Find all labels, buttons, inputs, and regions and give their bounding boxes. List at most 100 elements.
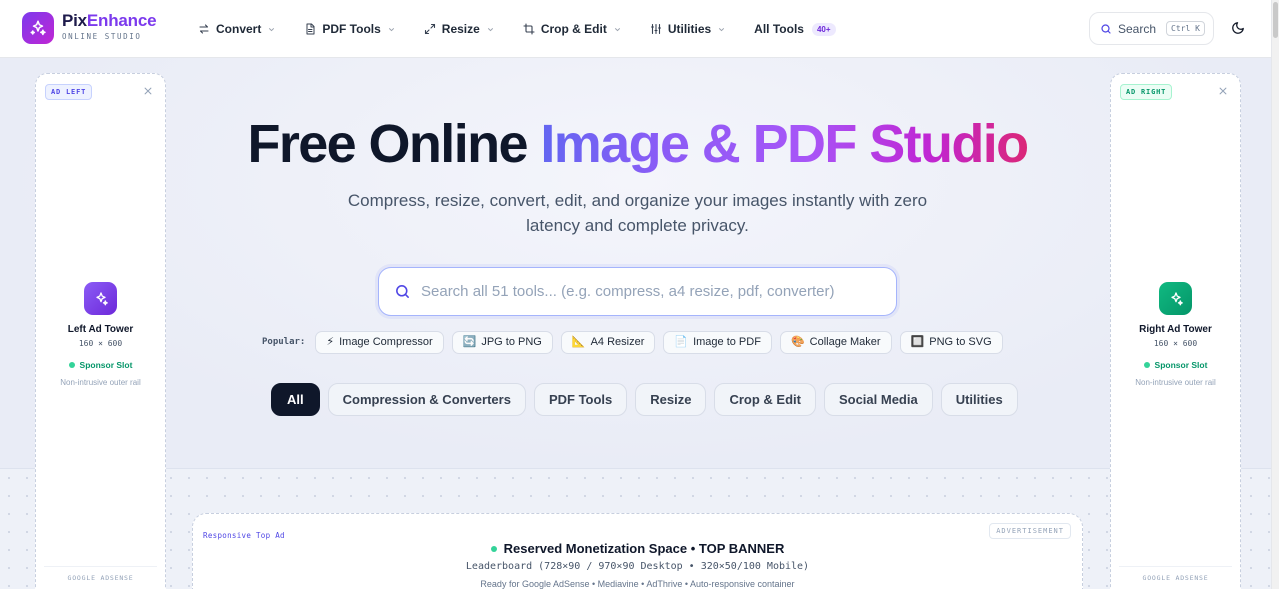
banner-title-text: Reserved Monetization Space • TOP BANNER [503, 541, 785, 556]
chip-label: A4 Resizer [590, 336, 645, 348]
nav-all-tools[interactable]: All Tools 40+ [754, 22, 836, 36]
nav-crop-edit[interactable]: Crop & Edit [523, 22, 622, 36]
chevron-down-icon [487, 27, 493, 31]
search-icon [1101, 23, 1111, 34]
top-banner-ad: Responsive Top Ad ADVERTISEMENT Reserved… [192, 513, 1083, 589]
right-ad-slot: Sponsor Slot [1111, 360, 1240, 370]
crop-icon [523, 23, 535, 35]
nav-pdf-tools[interactable]: PDF Tools [304, 22, 395, 36]
header-search-label: Search [1118, 21, 1157, 36]
moon-icon [1232, 22, 1244, 34]
advertisement-label: ADVERTISEMENT [989, 523, 1071, 539]
nav-utilities[interactable]: Utilities [650, 22, 726, 36]
right-ad-size: 160 × 600 [1153, 339, 1198, 348]
chip-label: PNG to SVG [929, 336, 992, 348]
chip-label: Collage Maker [809, 336, 881, 348]
category-filters: All Compression & Converters PDF Tools R… [271, 383, 1018, 416]
hero-title-dark: Free Online [247, 114, 541, 174]
search-shortcut-kbd: Ctrl K [1166, 21, 1205, 36]
nav-all-tools-label: All Tools [754, 22, 804, 36]
right-ad-note: Non-intrusive outer rail [1135, 378, 1216, 387]
scrollbar-thumb[interactable] [1273, 2, 1278, 38]
left-ad-slot: Sponsor Slot [36, 360, 165, 370]
popular-chip-collage-maker[interactable]: 🎨 Collage Maker [779, 330, 892, 354]
square-button-icon: 🔲 [910, 335, 925, 348]
hero-title: Free Online Image & PDF Studio [190, 112, 1085, 176]
chevron-down-icon [614, 27, 620, 31]
page-icon: 📄 [674, 335, 689, 348]
filter-pdf-tools[interactable]: PDF Tools [533, 383, 628, 416]
nav-convert-label: Convert [216, 22, 262, 36]
status-dot [1143, 362, 1150, 368]
left-ad-slot-label: Sponsor Slot [79, 360, 133, 370]
right-ad-footer: GOOGLE ADSENSE [1119, 566, 1232, 582]
page-scrollbar[interactable] [1271, 0, 1279, 589]
popular-chip-a4-resizer[interactable]: 📐 A4 Resizer [560, 330, 656, 354]
left-ad-note: Non-intrusive outer rail [60, 378, 141, 387]
resize-arrows-icon [424, 23, 435, 35]
close-icon[interactable] [143, 86, 153, 96]
filter-crop-edit[interactable]: Crop & Edit [714, 383, 816, 416]
chevron-down-icon [388, 27, 394, 31]
popular-chip-image-compressor[interactable]: ⚡ Image Compressor [315, 330, 444, 354]
status-dot [490, 545, 497, 552]
chevron-down-icon [269, 27, 275, 31]
dark-mode-toggle[interactable] [1231, 21, 1247, 37]
filter-utilities[interactable]: Utilities [940, 383, 1018, 416]
search-icon [396, 285, 409, 298]
brand-name-part1: Pix [62, 11, 87, 30]
tool-search-input[interactable] [421, 283, 861, 300]
popular-chip-jpg-to-png[interactable]: 🔄 JPG to PNG [451, 330, 553, 354]
banner-note: Ready for Google AdSense • Mediavine • A… [480, 579, 795, 589]
nav-convert[interactable]: Convert [198, 22, 276, 36]
right-ad-title: Right Ad Tower [1139, 324, 1212, 335]
triangle-ruler-icon: 📐 [571, 335, 586, 348]
banner-tag: Responsive Top Ad [203, 531, 285, 540]
hero-subtitle: Compress, resize, convert, edit, and org… [330, 188, 945, 238]
tool-search-box[interactable] [378, 267, 897, 316]
popular-chip-png-to-svg[interactable]: 🔲 PNG to SVG [899, 330, 1003, 354]
brand-logo[interactable]: PixEnhance ONLINE STUDIO [62, 11, 157, 42]
popular-tools-row: Popular: ⚡ Image Compressor 🔄 JPG to PNG 📐… [262, 330, 1003, 354]
left-ad-tower: AD LEFT Left Ad Tower 160 × 600 Sponsor … [35, 73, 166, 589]
chip-label: Image to PDF [693, 336, 761, 348]
hero-subtitle-line2: latency and complete privacy. [526, 216, 749, 235]
palette-icon: 🎨 [790, 335, 805, 348]
refresh-icon: 🔄 [462, 335, 477, 348]
status-dot [68, 362, 75, 368]
main-nav: Convert PDF Tools Resize Crop & Edit Uti… [198, 0, 864, 58]
ad-right-tag: AD RIGHT [1120, 84, 1173, 100]
brand-name: PixEnhance [62, 11, 157, 30]
filter-resize[interactable]: Resize [635, 383, 707, 416]
nav-utilities-label: Utilities [667, 22, 712, 36]
left-ad-title: Left Ad Tower [67, 324, 134, 335]
document-icon [306, 23, 315, 35]
sparkle-icon [84, 282, 117, 315]
logo-sparkle-icon[interactable] [22, 12, 54, 44]
nav-pdf-tools-label: PDF Tools [322, 22, 381, 36]
ad-left-tag: AD LEFT [45, 84, 93, 100]
nav-resize-label: Resize [441, 22, 480, 36]
right-ad-slot-label: Sponsor Slot [1154, 360, 1208, 370]
convert-arrows-icon [199, 24, 209, 34]
nav-resize[interactable]: Resize [424, 22, 495, 36]
hero-subtitle-line1: Compress, resize, convert, edit, and org… [347, 191, 928, 210]
nav-crop-edit-label: Crop & Edit [540, 22, 607, 36]
chip-label: Image Compressor [339, 336, 433, 348]
close-icon[interactable] [1218, 86, 1228, 96]
popular-chip-image-to-pdf[interactable]: 📄 Image to PDF [663, 330, 772, 354]
hero-title-gradient: Image & PDF Studio [540, 114, 1029, 174]
chip-label: JPG to PNG [481, 336, 542, 348]
header-search-button[interactable]: Search Ctrl K [1089, 12, 1214, 45]
chevron-down-icon [719, 27, 725, 31]
banner-title: Reserved Monetization Space • TOP BANNER [193, 541, 1082, 556]
filter-compression-converters[interactable]: Compression & Converters [327, 383, 526, 416]
right-ad-tower: AD RIGHT Right Ad Tower 160 × 600 Sponso… [1110, 73, 1241, 589]
filter-all[interactable]: All [271, 383, 320, 416]
sparkle-icon [1159, 282, 1192, 315]
top-navbar: PixEnhance ONLINE STUDIO Convert PDF Too… [0, 0, 1279, 58]
lightning-icon: ⚡ [326, 335, 335, 348]
banner-dimensions: Leaderboard (728×90 / 970×90 Desktop • 3… [465, 561, 810, 572]
filter-social-media[interactable]: Social Media [823, 383, 933, 416]
brand-subtitle: ONLINE STUDIO [62, 32, 142, 41]
